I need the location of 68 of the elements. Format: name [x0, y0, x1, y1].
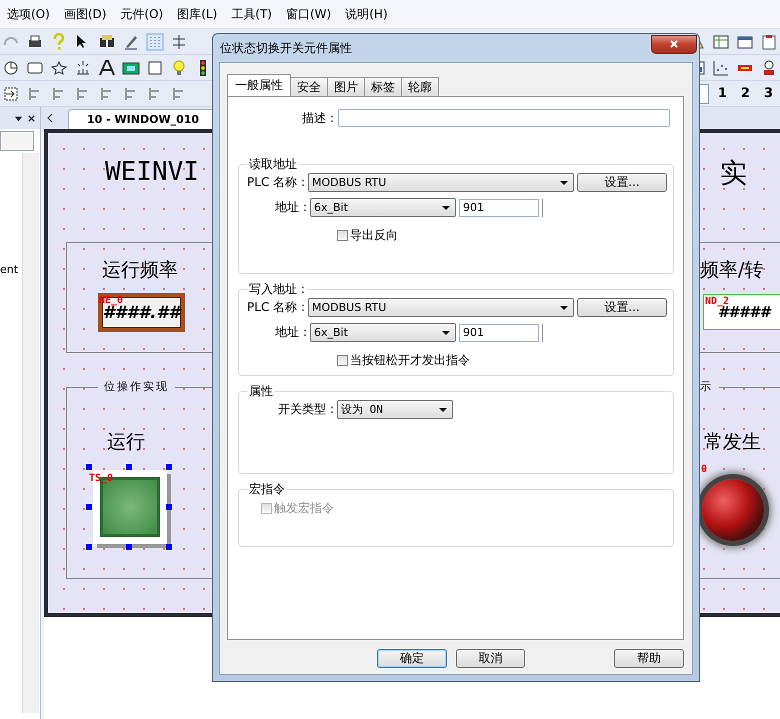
menu-item[interactable]: 窗口(W) — [285, 4, 332, 24]
group-legend: 位操作实现 — [98, 379, 175, 394]
checkbox-option[interactable]: 当按钮松开才发出指令 — [337, 352, 470, 369]
import-icon[interactable] — [2, 84, 20, 102]
address-field[interactable]: 901 — [459, 324, 539, 342]
plc-dropdown[interactable]: MODBUS RTU — [308, 173, 574, 192]
dialog-button[interactable]: 确定 — [377, 649, 447, 668]
canvas-label: 运行 — [107, 430, 145, 455]
zoom-level-button[interactable]: 1 — [712, 84, 732, 103]
scrollbar[interactable] — [22, 153, 39, 713]
settings-button[interactable]: 设置... — [577, 298, 667, 317]
field-label: 地址 : — [274, 324, 307, 341]
menu-item[interactable]: 元件(O) — [119, 4, 164, 24]
canvas-label: 频率/转 — [700, 258, 764, 283]
close-button[interactable] — [651, 34, 697, 54]
canvas-title: 实 — [720, 157, 750, 191]
address-type-dropdown[interactable]: 6x_Bit — [310, 323, 456, 342]
selection-handles[interactable] — [86, 464, 172, 550]
dialog-tab[interactable]: 图片 — [327, 77, 365, 96]
table-icon[interactable] — [712, 32, 730, 50]
switch-type-dropdown[interactable]: 设为 ON — [337, 400, 453, 419]
address-type-dropdown[interactable]: 6x_Bit — [310, 198, 456, 217]
canvas-title: WEINVI — [105, 157, 199, 187]
checkbox-option[interactable]: 导出反向 — [337, 227, 398, 244]
dialog-tab[interactable]: 轮廓 — [401, 77, 439, 96]
group-title: 读取地址 — [248, 156, 298, 173]
dialog-tab[interactable]: 标签 — [364, 77, 402, 96]
group-title: 宏指令 — [248, 481, 286, 498]
field-label: 开关类型 : — [277, 401, 334, 418]
text-icon[interactable] — [98, 58, 116, 76]
object-tag: 0 — [701, 464, 708, 475]
dialog-button[interactable]: 取消 — [456, 649, 526, 668]
close-icon[interactable] — [27, 114, 36, 122]
clipboard-icon[interactable] — [760, 32, 778, 50]
plc-dropdown[interactable]: MODBUS RTU — [308, 298, 574, 317]
menu-item[interactable]: 说明(H) — [344, 4, 389, 24]
grid-icon[interactable] — [146, 32, 164, 50]
menu-item[interactable]: 工具(T) — [230, 4, 273, 24]
canvas-label: 运行频率 — [102, 258, 178, 283]
pie-icon[interactable] — [2, 58, 20, 76]
dialog-title: 位状态切换开关元件属性 — [220, 40, 352, 56]
star-icon[interactable] — [50, 58, 68, 76]
sparkle-icon[interactable] — [74, 58, 92, 76]
dialog-tab[interactable]: 一般属性 — [227, 74, 291, 96]
field-label: PLC 名称 : — [246, 174, 305, 191]
indicator-lamp[interactable] — [702, 479, 764, 541]
dialog-button[interactable]: 帮助 — [614, 649, 684, 668]
description-field[interactable] — [338, 109, 670, 127]
group-title: 属性 — [248, 383, 274, 400]
scroll-left-icon[interactable] — [46, 113, 54, 123]
menu-item[interactable]: 图库(L) — [176, 4, 218, 24]
group-title: 写入地址 : — [248, 281, 306, 298]
zoom-level-button[interactable]: 3 — [758, 84, 778, 103]
field-label: 地址 : — [274, 199, 307, 216]
side-panel-text: ent — [0, 263, 18, 276]
object-tag: ND_2 — [705, 296, 730, 307]
field-label: 描述 : — [301, 110, 334, 126]
dropdown-arrow-icon[interactable] — [14, 114, 23, 122]
canvas-label: 常发生 — [704, 430, 761, 455]
scatter-chart-icon[interactable] — [712, 58, 730, 76]
field-label: PLC 名称 : — [246, 299, 305, 316]
square-icon[interactable] — [146, 58, 164, 76]
menu-item[interactable]: 画图(D) — [62, 4, 108, 24]
settings-button[interactable]: 设置... — [577, 173, 667, 192]
menu-item[interactable]: 选项(O) — [6, 4, 51, 24]
address-field[interactable]: 901 — [459, 198, 539, 216]
zoom-level-button[interactable]: 2 — [736, 84, 755, 103]
dialog-tab[interactable]: 安全 — [290, 77, 328, 96]
